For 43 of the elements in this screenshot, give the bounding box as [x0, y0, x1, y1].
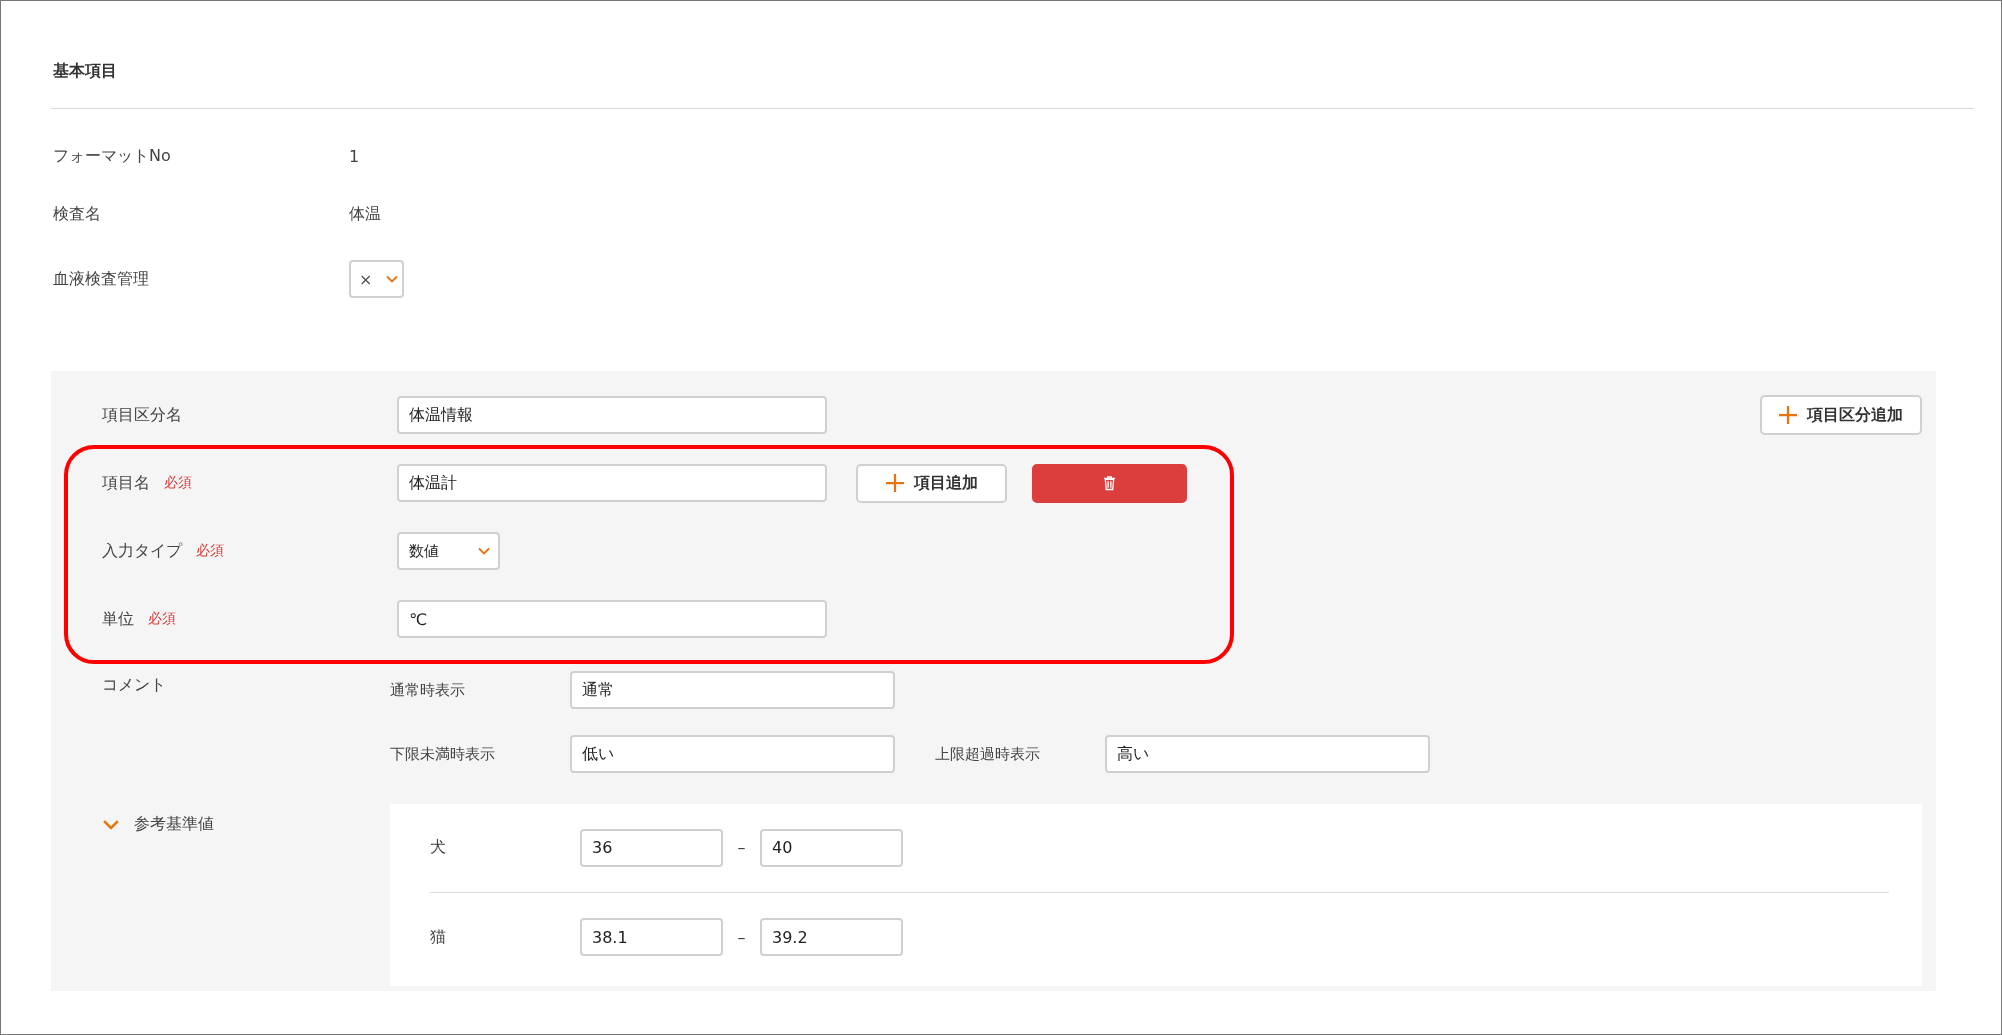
field-label: 上限超過時表示 — [935, 744, 1041, 764]
field-value: 体温 — [349, 203, 381, 225]
field-label: 項目名 — [102, 472, 150, 494]
input-field[interactable]: 39.2 — [760, 918, 903, 956]
add-category-button[interactable]: 項目区分追加 — [1760, 395, 1922, 435]
plus-icon — [1779, 406, 1797, 424]
input-field[interactable]: ℃ — [397, 600, 827, 638]
field-label: 単位 — [102, 608, 134, 630]
field-label: 項目区分名 — [102, 404, 183, 426]
add-item-button[interactable]: 項目追加 — [856, 463, 1007, 503]
input-field[interactable]: 36 — [580, 828, 723, 867]
input-field[interactable]: 通常 — [570, 671, 895, 709]
field-label: 通常時表示 — [390, 680, 466, 700]
reference-values-toggle[interactable]: 参考基準値 — [102, 804, 390, 836]
input-field[interactable]: 体温情報 — [397, 396, 827, 434]
section-title: 基本項目 — [51, 1, 1974, 109]
required-label: 必須 — [196, 542, 224, 560]
chevron-down-icon — [386, 275, 398, 283]
delete-button[interactable] — [1032, 463, 1187, 503]
trash-icon — [1103, 475, 1116, 491]
field-value: 1 — [349, 146, 360, 166]
select-field[interactable]: × — [349, 260, 404, 298]
input-field[interactable]: 高い — [1105, 735, 1430, 773]
range-dash: – — [736, 838, 747, 857]
required-label: 必須 — [164, 474, 192, 492]
field-label: 血液検査管理 — [52, 268, 150, 290]
range-dash: – — [736, 927, 747, 947]
species-label: 犬 — [430, 837, 447, 858]
field-label: コメント — [102, 675, 167, 696]
input-field[interactable]: 40 — [760, 828, 903, 867]
input-field[interactable]: 38.1 — [580, 918, 723, 956]
field-label: 検査名 — [52, 203, 102, 225]
species-label: 猫 — [430, 926, 447, 948]
input-field[interactable]: 体温計 — [397, 464, 827, 502]
required-label: 必須 — [148, 610, 176, 628]
field-label: フォーマットNo — [52, 145, 172, 167]
field-label: 入力タイプ — [102, 540, 182, 562]
plus-icon — [885, 474, 904, 492]
field-label: 下限未満時表示 — [390, 744, 496, 764]
chevron-down-icon — [102, 818, 120, 830]
select-field[interactable]: 数値 — [397, 532, 500, 570]
chevron-down-icon — [478, 547, 490, 555]
input-field[interactable]: 低い — [570, 735, 895, 773]
